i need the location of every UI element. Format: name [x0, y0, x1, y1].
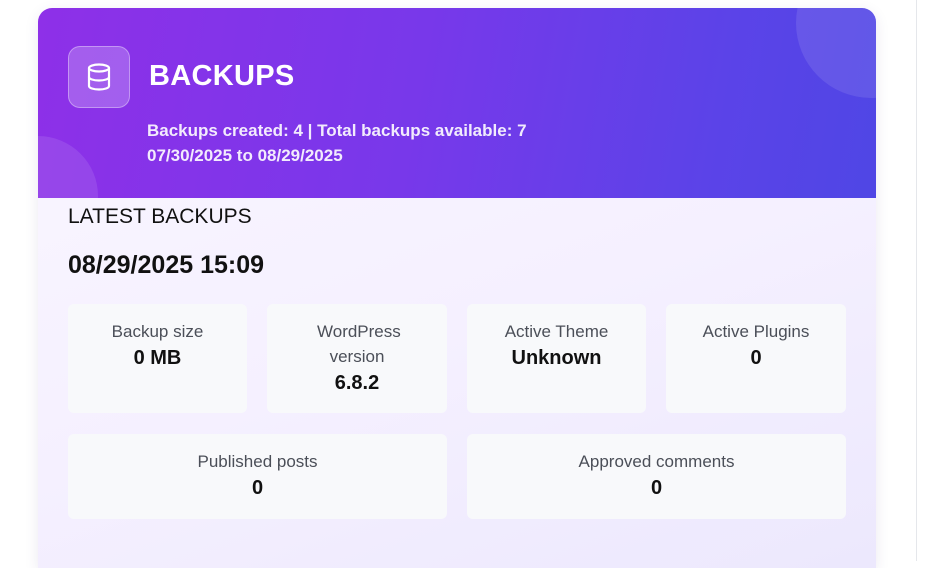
- stat-value: 0: [750, 347, 762, 369]
- decorative-circle: [38, 136, 98, 198]
- stat-value: Unknown: [511, 347, 602, 369]
- stat-label: WordPress version: [317, 322, 401, 366]
- database-icon: [68, 46, 130, 108]
- stat-value: 6.8.2: [334, 372, 380, 394]
- stat-value: 0: [251, 477, 264, 499]
- page-divider: [916, 0, 917, 561]
- decorative-circle: [796, 8, 876, 98]
- latest-backups-heading: LATEST BACKUPS: [68, 205, 252, 228]
- latest-backup-date: 08/29/2025 15:09: [68, 251, 265, 279]
- stat-value: 0: [650, 477, 663, 499]
- stat-active-theme: Active Theme Unknown: [467, 304, 646, 413]
- date-range: 07/30/2025 to 08/29/2025: [147, 146, 343, 165]
- backups-card: BACKUPS Backups created: 4 | Total backu…: [38, 8, 876, 568]
- page-title: BACKUPS: [149, 60, 295, 92]
- stat-label: Active Plugins: [702, 322, 810, 341]
- stat-label: Backup size: [111, 322, 204, 341]
- stat-approved-comments: Approved comments 0: [467, 434, 846, 519]
- stat-active-plugins: Active Plugins 0: [666, 304, 846, 413]
- backups-header: BACKUPS Backups created: 4 | Total backu…: [38, 8, 876, 198]
- stat-value: 0 MB: [133, 347, 182, 369]
- stat-label: Published posts: [197, 452, 318, 471]
- backup-stats-summary: Backups created: 4 | Total backups avail…: [147, 121, 527, 140]
- stat-published-posts: Published posts 0: [68, 434, 447, 519]
- stat-label: Approved comments: [578, 452, 735, 471]
- stat-backup-size: Backup size 0 MB: [68, 304, 247, 413]
- stat-label: Active Theme: [504, 322, 609, 341]
- stat-wordpress-version: WordPress version 6.8.2: [267, 304, 447, 413]
